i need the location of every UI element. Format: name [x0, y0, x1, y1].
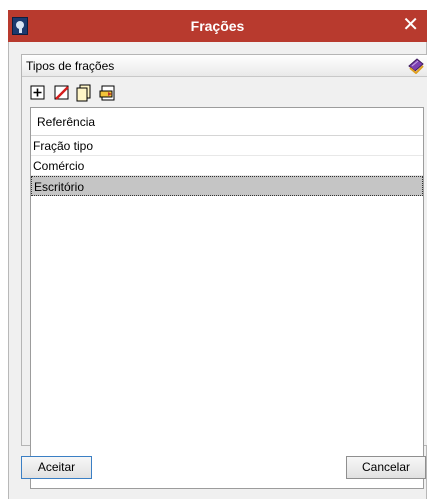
list-row-escritorio[interactable]: Escritório — [31, 176, 423, 196]
help-book-icon[interactable] — [407, 57, 425, 74]
close-button[interactable]: ✕ — [402, 14, 419, 36]
add-icon[interactable] — [28, 83, 48, 103]
column-header-reference[interactable]: Referência — [31, 108, 423, 136]
cancel-button[interactable]: Cancelar — [346, 456, 426, 479]
fraction-types-list: Referência Fração tipo Comércio Escritór… — [30, 107, 424, 489]
panel-header: Tipos de frações — [22, 55, 427, 77]
import-icon[interactable] — [98, 83, 118, 103]
accept-button[interactable]: Aceitar — [21, 456, 92, 479]
title-bar: Frações ✕ — [8, 10, 427, 42]
list-row-fracao-tipo[interactable]: Fração tipo — [31, 136, 423, 156]
delete-icon[interactable] — [52, 83, 72, 103]
panel-title: Tipos de frações — [26, 59, 115, 73]
copy-icon[interactable] — [74, 83, 94, 103]
fraction-types-panel: Tipos de frações Referência Fração tipo … — [21, 54, 427, 489]
dialog-body: Tipos de frações Referência Fração tipo … — [8, 42, 427, 499]
list-row-comercio[interactable]: Comércio — [31, 156, 423, 176]
window-title: Frações — [190, 18, 245, 34]
